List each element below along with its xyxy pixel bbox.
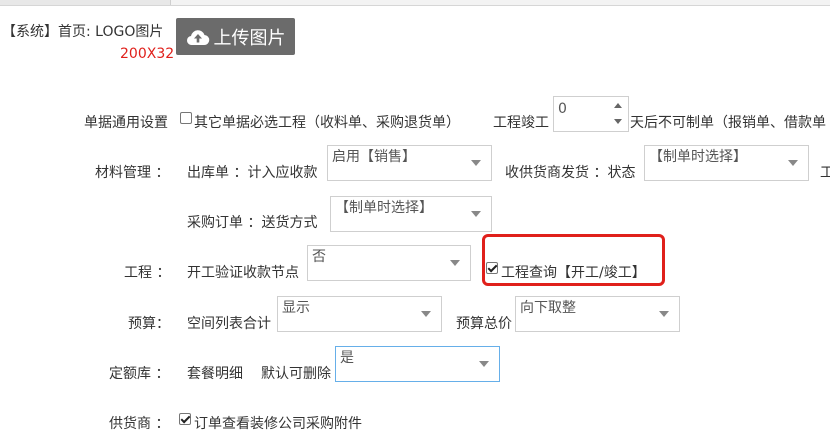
project-query-label: 工程查询【开工/竣工】 bbox=[501, 265, 646, 281]
verify-payment-label: 开工验证收款节点 bbox=[187, 265, 299, 281]
no-voucher-after-text: 天后不可制单（报销单、借款单 bbox=[630, 115, 826, 131]
quota-library-label: 定额库 ： bbox=[109, 366, 170, 382]
verify-payment-select[interactable]: 否 bbox=[307, 245, 471, 281]
space-total-label: 空间列表合计 bbox=[187, 316, 271, 332]
view-attachment-label: 订单查看装修公司采购附件 bbox=[194, 416, 362, 432]
stepper-up-icon[interactable] bbox=[614, 103, 622, 108]
chevron-down-icon bbox=[659, 311, 669, 317]
verify-payment-value: 否 bbox=[312, 249, 326, 265]
supplier-label: 供货商 ： bbox=[109, 416, 170, 432]
default-deletable-label: 默认可删除 bbox=[261, 366, 331, 382]
default-deletable-select[interactable]: 是 bbox=[335, 346, 500, 382]
logo-size-hint: 200X32 bbox=[120, 46, 175, 62]
delivery-method-value: 【制单时选择】 bbox=[335, 200, 433, 216]
default-deletable-value: 是 bbox=[340, 350, 354, 366]
tab-strip bbox=[170, 0, 830, 5]
budget-total-value: 向下取整 bbox=[520, 300, 576, 316]
chevron-down-icon bbox=[421, 311, 431, 317]
supplier-ship-label: 收供货商发货 ：状态 bbox=[505, 165, 636, 181]
completion-days-value: 0 bbox=[558, 101, 567, 117]
upload-image-button[interactable]: 上传图片 bbox=[176, 18, 295, 55]
project-query-checkbox[interactable] bbox=[486, 262, 498, 274]
delivery-method-select[interactable]: 【制单时选择】 bbox=[330, 196, 492, 232]
space-total-select[interactable]: 显示 bbox=[277, 296, 442, 332]
view-attachment-checkbox[interactable] bbox=[179, 413, 191, 425]
stepper-down-icon[interactable] bbox=[614, 119, 622, 124]
general-settings-label: 单据通用设置 bbox=[84, 115, 168, 131]
chevron-down-icon bbox=[471, 211, 481, 217]
space-total-value: 显示 bbox=[282, 300, 310, 316]
chevron-down-icon bbox=[471, 160, 481, 166]
project-label: 工程 ： bbox=[124, 265, 171, 281]
supplier-status-select[interactable]: 【制单时选择】 bbox=[644, 145, 809, 181]
breadcrumb: 【系统】首页: LOGO图片 bbox=[2, 24, 164, 40]
package-detail-label: 套餐明细 bbox=[187, 366, 243, 382]
supplier-status-value: 【制单时选择】 bbox=[649, 149, 747, 165]
cloud-upload-icon bbox=[186, 29, 209, 45]
top-tab-bar bbox=[0, 0, 830, 6]
completion-label: 工程竣工 bbox=[493, 115, 549, 131]
outbound-select[interactable]: 启用【销售】 bbox=[327, 145, 492, 181]
cut-off-label: 工 bbox=[820, 165, 830, 181]
completion-days-stepper[interactable]: 0 bbox=[553, 96, 629, 132]
require-project-checkbox[interactable] bbox=[180, 112, 192, 124]
require-project-label: 其它单据必选工程（收料单、采购退货单） bbox=[194, 115, 460, 131]
chevron-down-icon bbox=[788, 160, 798, 166]
outbound-select-value: 启用【销售】 bbox=[332, 149, 416, 165]
chevron-down-icon bbox=[479, 361, 489, 367]
outbound-label: 出库单 ：计入应收款 bbox=[187, 165, 318, 181]
purchase-order-label: 采购订单 ：送货方式 bbox=[187, 215, 318, 231]
upload-button-label: 上传图片 bbox=[213, 27, 286, 49]
budget-label: 预算： bbox=[128, 316, 170, 332]
chevron-down-icon bbox=[450, 260, 460, 266]
budget-total-label: 预算总价 bbox=[456, 316, 512, 332]
budget-total-select[interactable]: 向下取整 bbox=[515, 296, 680, 332]
material-mgmt-label: 材料管理 ： bbox=[95, 165, 170, 181]
